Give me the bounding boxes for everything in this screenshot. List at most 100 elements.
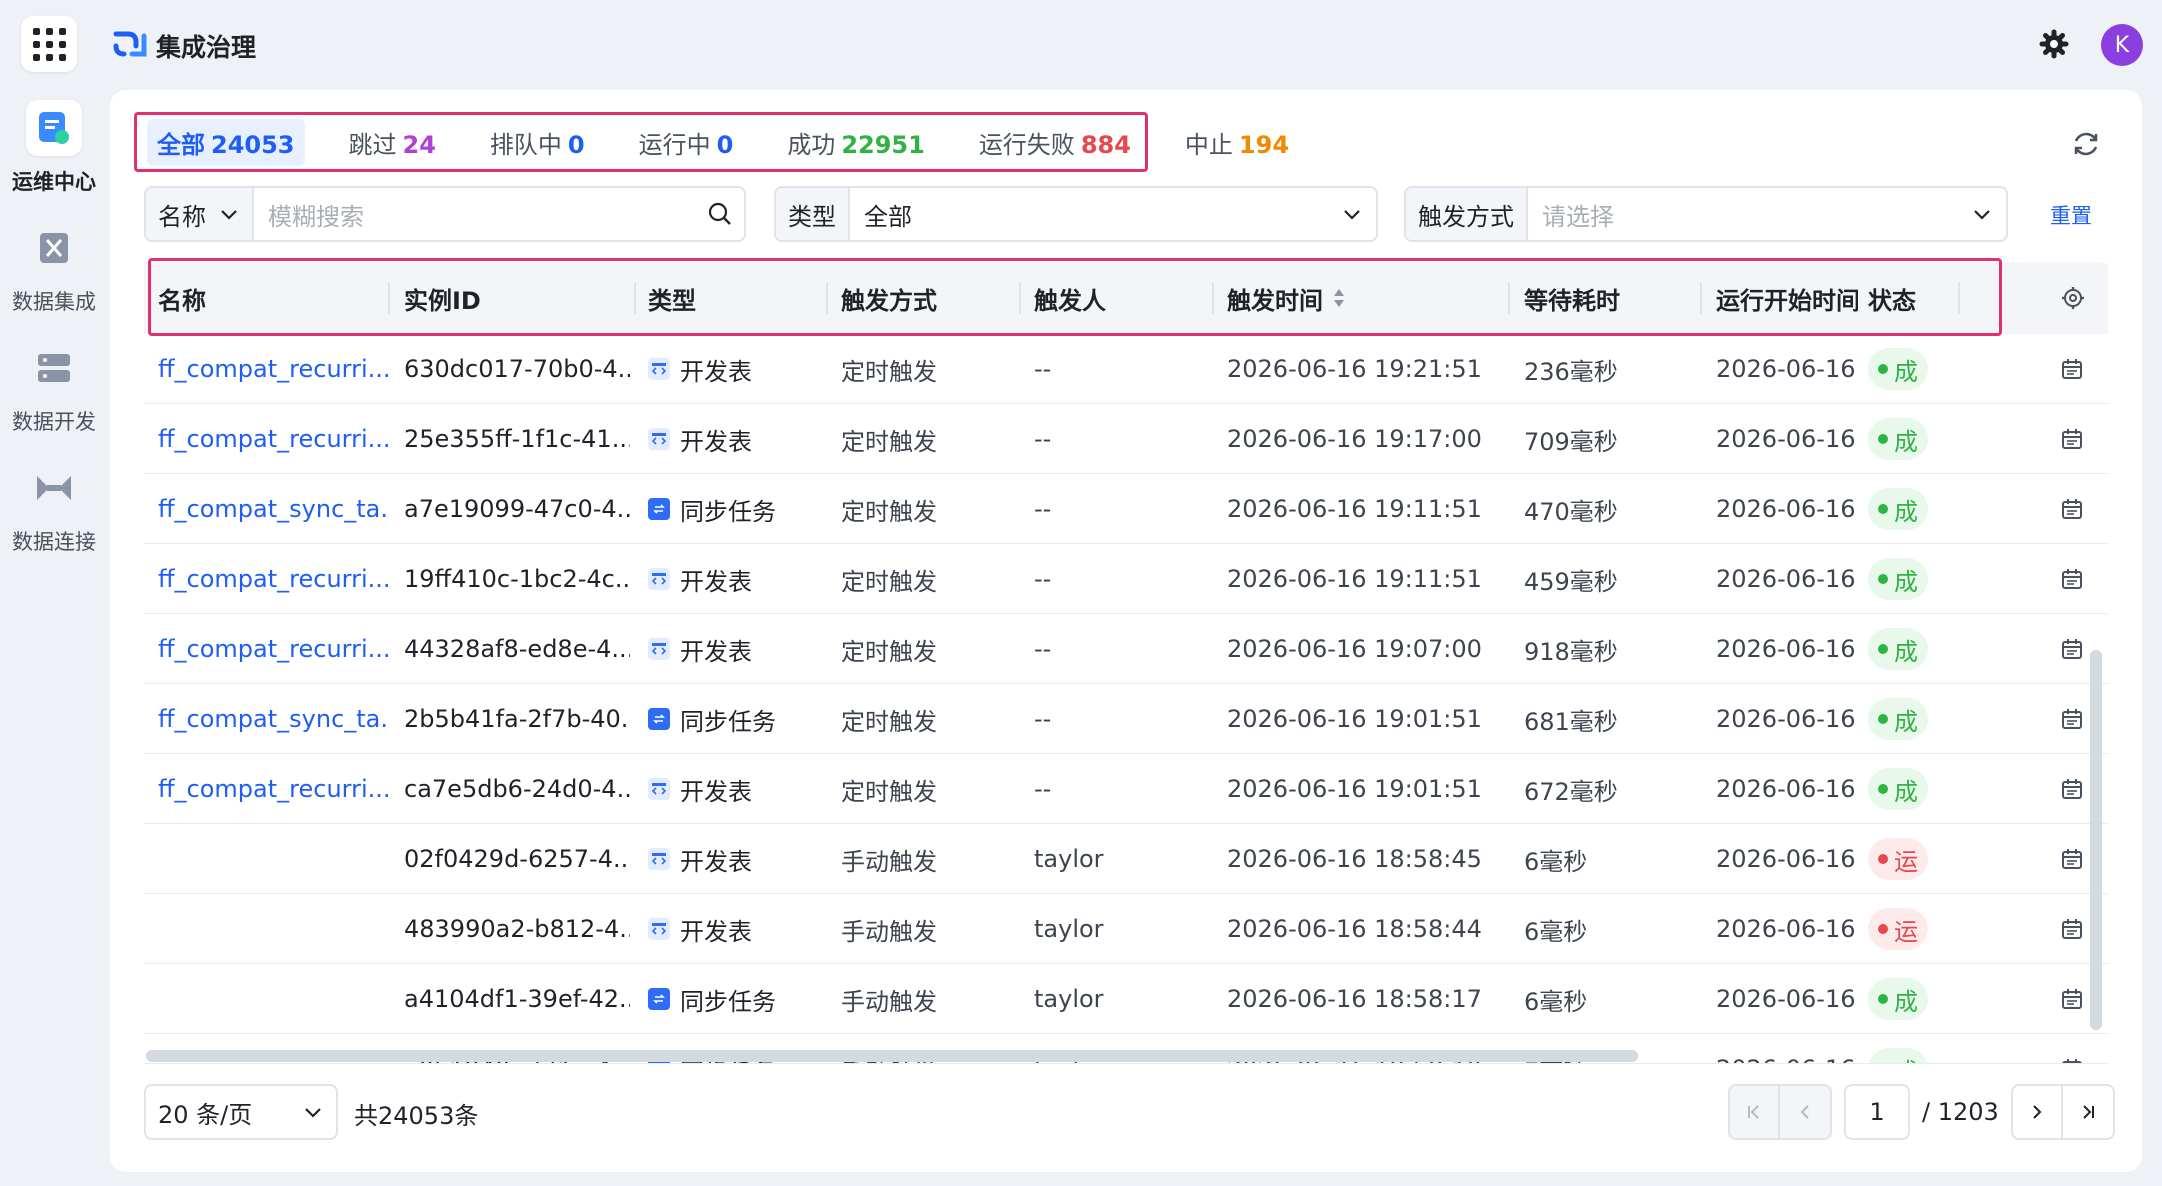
brand-logo-icon (113, 31, 147, 57)
type-filter[interactable]: 类型 全部 (774, 186, 1378, 242)
sidebar-item-data-dev[interactable]: 数据开发 (0, 340, 108, 436)
col-triggered-by-header: 触发人 (1034, 286, 1106, 315)
tab-skipped[interactable]: 跳过 24 (339, 119, 446, 166)
data-connect-icon (26, 460, 82, 516)
table-row[interactable]: ff_compat_recurri... ca7e5db6-24d0-4... 开发… (144, 754, 2108, 824)
instance-name-link[interactable]: ff_compat_sync_ta... (158, 474, 390, 544)
tab-running[interactable]: 运行中 0 (629, 119, 744, 166)
table-row[interactable]: ff_compat_recurri... 19ff410c-1bc2-4c... 开… (144, 544, 2108, 614)
status-badge: 成 (1868, 348, 1928, 390)
calendar-icon[interactable] (2052, 334, 2092, 404)
dev-table-icon (648, 848, 670, 870)
user-avatar[interactable]: K (2101, 24, 2143, 66)
instance-name-link[interactable] (158, 894, 390, 964)
instance-name-link[interactable]: ff_compat_sync_ta... (158, 684, 390, 754)
trigger-filter-value[interactable]: 请选择 (1528, 197, 1958, 232)
triggered-by: taylor (1034, 985, 1104, 1013)
search-input[interactable]: 模糊搜索 (254, 197, 696, 232)
app-title: 集成治理 (156, 33, 257, 62)
sidebar-item-data-integration[interactable]: 数据集成 (0, 220, 108, 316)
last-page-button[interactable] (2062, 1084, 2115, 1140)
status-cell: 成 (1868, 404, 1958, 474)
name-search-filter: 名称 模糊搜索 (144, 186, 746, 242)
top-bar: 集成治理 K (0, 0, 2162, 90)
type-label: 开发表 (680, 847, 752, 876)
type-filter-value[interactable]: 全部 (850, 197, 1328, 232)
table-row[interactable]: a4104df1-39ef-42... 同步任务 手动触发 taylor 2026-06… (144, 964, 2108, 1034)
trigger-time: 2026-06-16 19:07:00 (1227, 635, 1482, 663)
table-row[interactable]: ff_compat_sync_ta... a7e19099-47c0-4... 同步… (144, 474, 2108, 544)
calendar-icon[interactable] (2052, 1034, 2092, 1063)
table-row[interactable]: ff_compat_recurri... 44328af8-ed8e-4... 开发… (144, 614, 2108, 684)
instance-name-link[interactable]: ff_compat_recurri... (158, 614, 390, 684)
horizontal-scrollbar[interactable] (146, 1050, 1638, 1062)
trigger-time: 2026-06-16 19:11:51 (1227, 495, 1482, 523)
dev-table-icon (648, 428, 670, 450)
app-launcher-icon[interactable] (21, 16, 77, 72)
ops-center-icon (26, 100, 82, 156)
tab-queued[interactable]: 排队中 0 (480, 119, 595, 166)
calendar-icon[interactable] (2052, 894, 2092, 964)
sidebar-item-data-connect[interactable]: 数据连接 (0, 460, 108, 556)
first-page-button[interactable] (1728, 1084, 1780, 1140)
type-filter-label: 类型 (776, 188, 850, 240)
run-start-time: 2026-06-16 1 (1716, 1034, 1858, 1063)
status-cell: 成 (1868, 474, 1958, 544)
calendar-icon[interactable] (2052, 754, 2092, 824)
instance-type: 同步任务 (648, 964, 824, 1034)
calendar-icon[interactable] (2052, 474, 2092, 544)
instance-id: 2b5b41fa-2f7b-40... (404, 705, 630, 733)
col-trigger-header: 触发方式 (841, 286, 937, 315)
page-number-input[interactable]: 1 (1844, 1084, 1910, 1140)
calendar-icon[interactable] (2052, 684, 2092, 754)
reset-button[interactable]: 重置 (2050, 200, 2092, 230)
sidebar-item-label: 数据开发 (12, 410, 96, 434)
trigger-filter[interactable]: 触发方式 请选择 (1404, 186, 2008, 242)
triggered-by: taylor (1034, 915, 1104, 943)
vertical-scrollbar[interactable] (2090, 650, 2102, 1030)
table-row[interactable]: ff_compat_recurri... 630dc017-70b0-4... 开发… (144, 334, 2108, 404)
type-label: 同步任务 (680, 707, 776, 736)
triggered-by: -- (1034, 775, 1052, 803)
refresh-icon[interactable] (2070, 128, 2102, 160)
instance-name-link[interactable] (158, 964, 390, 1034)
chevron-down-icon (221, 210, 237, 220)
chevron-right-icon (2033, 1105, 2042, 1119)
run-start-time: 2026-06-16 1 (1716, 635, 1858, 663)
status-badge: 成 (1868, 1048, 1928, 1063)
page-size-select[interactable]: 20 条/页 (144, 1084, 338, 1140)
trigger-mode: 定时触发 (841, 707, 937, 736)
instance-name-link[interactable]: ff_compat_recurri... (158, 334, 390, 404)
table-row[interactable]: 02f0429d-6257-4... 开发表 手动触发 taylor 2026-06-1… (144, 824, 2108, 894)
table-row[interactable]: 483990a2-b812-4... 开发表 手动触发 taylor 2026-06-1… (144, 894, 2108, 964)
run-start-time: 2026-06-16 1 (1716, 775, 1858, 803)
trigger-mode: 定时触发 (841, 427, 937, 456)
tab-all[interactable]: 全部 24053 (147, 118, 305, 166)
sort-icon[interactable] (1331, 286, 1347, 310)
tab-aborted[interactable]: 中止 194 (1175, 119, 1299, 166)
calendar-icon[interactable] (2052, 404, 2092, 474)
calendar-icon[interactable] (2052, 614, 2092, 684)
instance-name-link[interactable] (158, 824, 390, 894)
search-icon[interactable] (696, 201, 744, 227)
tab-failed[interactable]: 运行失败 884 (969, 119, 1141, 166)
calendar-icon[interactable] (2052, 964, 2092, 1034)
col-trigger-time-header[interactable]: 触发时间 (1227, 262, 1427, 334)
type-label: 开发表 (680, 357, 752, 386)
trigger-time: 2026-06-16 18:58:17 (1227, 985, 1482, 1013)
instance-name-link[interactable]: ff_compat_recurri... (158, 754, 390, 824)
status-badge: 成 (1868, 978, 1928, 1020)
instance-name-link[interactable]: ff_compat_recurri... (158, 404, 390, 474)
calendar-icon[interactable] (2052, 544, 2092, 614)
instance-name-link[interactable]: ff_compat_recurri... (158, 544, 390, 614)
column-settings-icon[interactable] (2060, 262, 2100, 334)
table-row[interactable]: ff_compat_recurri... 25e355ff-1f1c-41... 开… (144, 404, 2108, 474)
name-field-select[interactable]: 名称 (146, 188, 254, 240)
settings-gear-icon[interactable] (2038, 28, 2070, 60)
calendar-icon[interactable] (2052, 824, 2092, 894)
next-page-button[interactable] (2010, 1084, 2063, 1140)
tab-success[interactable]: 成功 22951 (777, 119, 935, 166)
prev-page-button[interactable] (1780, 1084, 1832, 1140)
sidebar-item-ops-center[interactable]: 运维中心 (0, 100, 108, 196)
table-row[interactable]: ff_compat_sync_ta... 2b5b41fa-2f7b-40... 同… (144, 684, 2108, 754)
